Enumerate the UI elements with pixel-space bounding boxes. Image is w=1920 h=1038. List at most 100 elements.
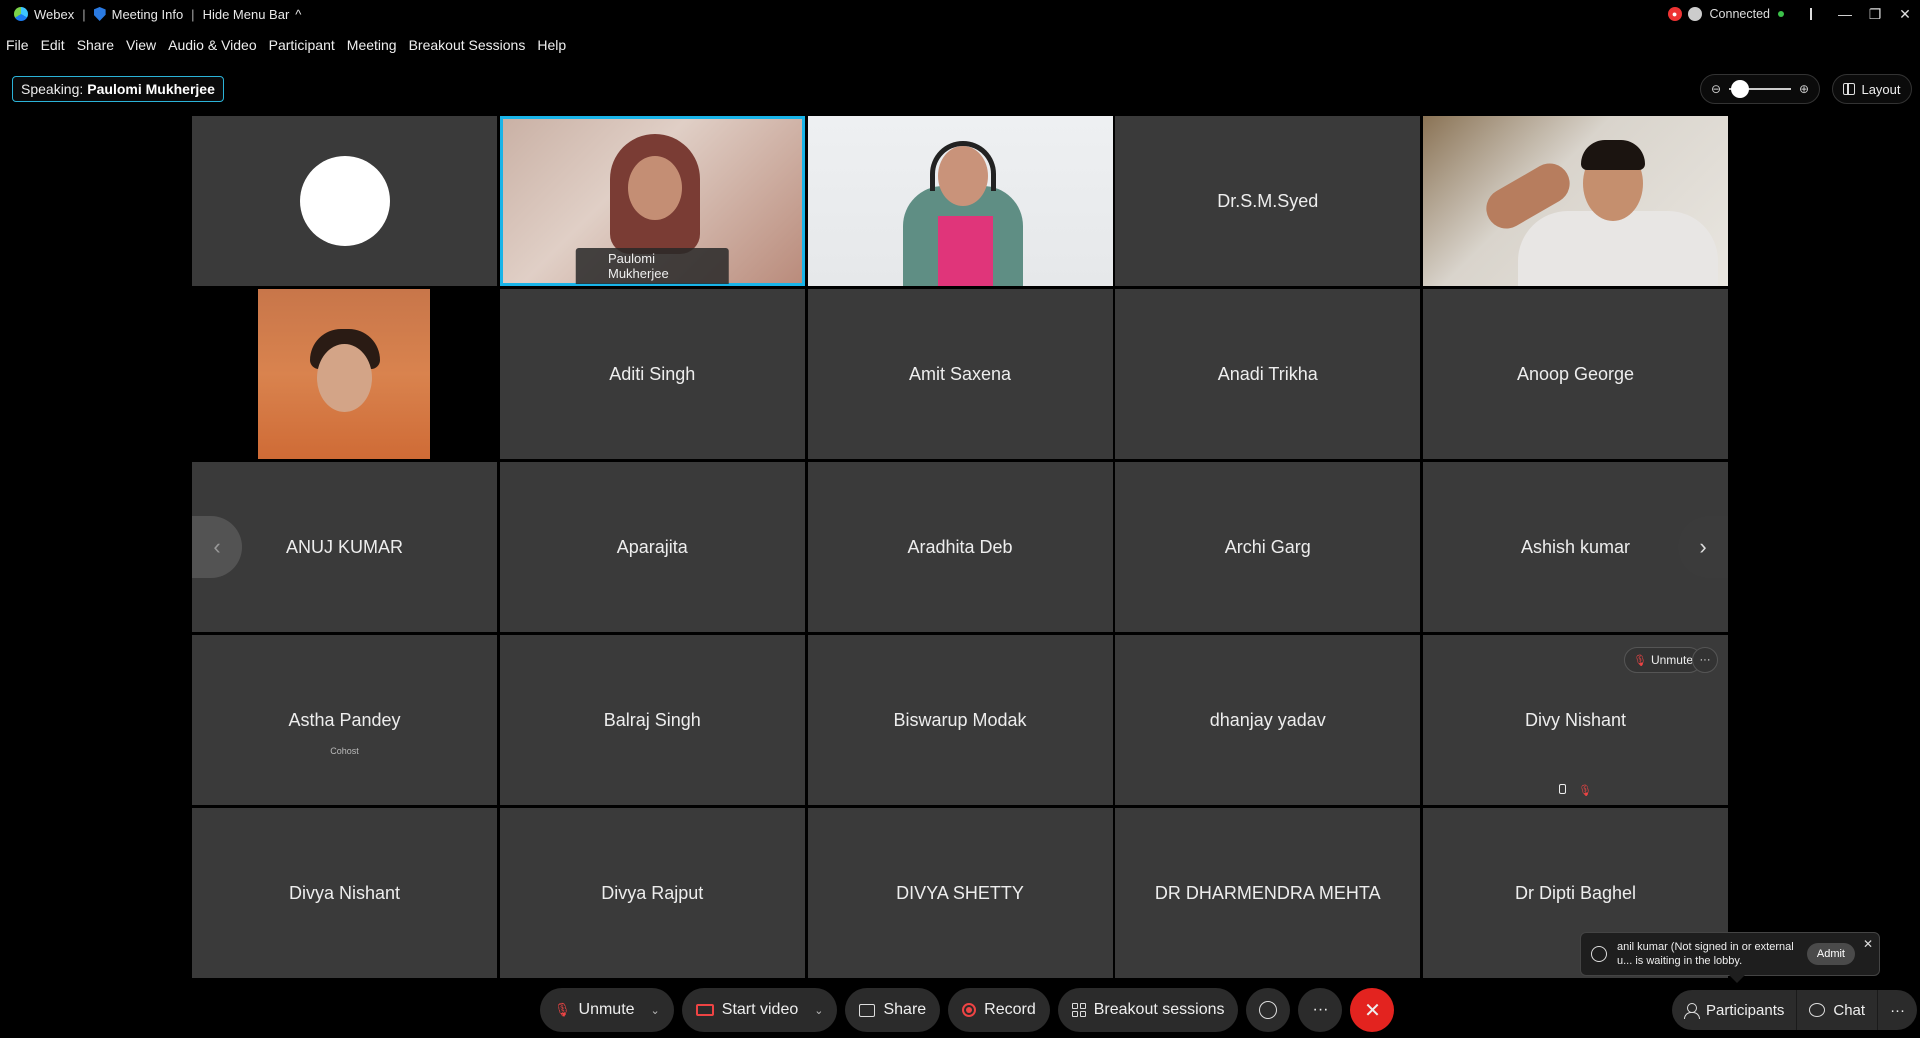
participant-name: ANUJ KUMAR — [285, 536, 403, 557]
participant-tile[interactable]: Biswarup Modak — [807, 635, 1113, 805]
recording-indicator-icon: ● — [1667, 7, 1682, 21]
speaking-indicator: Speaking: Paulomi Mukherjee — [12, 76, 224, 102]
share-button[interactable]: Share — [845, 988, 941, 1032]
breakout-label: Breakout sessions — [1093, 1001, 1225, 1018]
close-window-button[interactable]: ✕ — [1890, 0, 1920, 28]
speaking-label: Speaking: — [21, 81, 84, 97]
participant-tile[interactable]: Divya Nishant — [192, 808, 497, 978]
chevron-down-icon[interactable]: ⌄ — [651, 1004, 660, 1017]
close-icon[interactable]: ✕ — [1863, 937, 1873, 951]
more-options-button[interactable]: ··· — [1298, 988, 1343, 1032]
layout-label: Layout — [1861, 81, 1901, 97]
connection-dot-icon — [1778, 11, 1784, 17]
participant-tile-hovered[interactable]: Divy Nishant 🎙 Unmute ··· 🎙 — [1423, 635, 1728, 805]
participant-name: Balraj Singh — [603, 709, 701, 730]
participant-tile[interactable]: Divya Rajput — [499, 808, 805, 978]
participant-tile[interactable]: Aditi Singh — [499, 289, 805, 459]
chat-button[interactable]: Chat — [1796, 990, 1878, 1030]
app-name: Webex — [34, 6, 75, 22]
chevron-right-icon: › — [1699, 534, 1707, 559]
menu-breakout-sessions[interactable]: Breakout Sessions — [403, 37, 532, 53]
zoom-slider-thumb[interactable] — [1731, 80, 1749, 98]
mic-off-icon: 🎙 — [1633, 654, 1647, 667]
participant-tile-active[interactable]: Paulomi Mukherjee — [499, 116, 805, 286]
mic-muted-icon: 🎙 — [1578, 785, 1592, 797]
connection-status: Connected — [1709, 7, 1770, 21]
hide-menu-bar-label: Hide Menu Bar — [202, 6, 290, 22]
record-label: Record — [984, 1001, 1036, 1018]
tile-more-button[interactable]: ··· — [1692, 647, 1718, 673]
layout-icon — [1843, 83, 1856, 95]
title-divider — [1810, 8, 1812, 20]
unmute-button[interactable]: 🎙 Unmute ⌄ — [540, 988, 674, 1032]
participant-name: DIVYA SHETTY — [896, 882, 1024, 903]
participant-tile[interactable]: Aradhita Deb — [807, 462, 1113, 632]
video-feed-hair — [1581, 140, 1645, 170]
lobby-icon — [1591, 946, 1607, 962]
participant-tile[interactable]: Astha Pandey Cohost — [192, 635, 497, 805]
leave-meeting-button[interactable]: ✕ — [1350, 988, 1395, 1032]
admit-button[interactable]: Admit — [1806, 943, 1855, 965]
participant-tile[interactable]: DIVYA SHETTY — [807, 808, 1113, 978]
menu-share[interactable]: Share — [71, 37, 120, 53]
share-icon — [859, 1003, 876, 1017]
video-feed-face — [627, 156, 682, 220]
participant-tile[interactable] — [1423, 116, 1728, 286]
app-title: Webex — [0, 7, 80, 22]
lobby-message: anil kumar (Not signed in or external u.… — [1617, 941, 1794, 967]
participant-tile[interactable]: Anadi Trikha — [1115, 289, 1421, 459]
zoom-slider[interactable] — [1729, 80, 1791, 98]
participant-tile[interactable] — [192, 116, 497, 286]
menu-help[interactable]: Help — [531, 37, 572, 53]
title-separator: | — [82, 6, 86, 22]
participant-name: Archi Garg — [1224, 536, 1311, 557]
participant-tile[interactable]: Balraj Singh — [499, 635, 805, 805]
chat-icon — [1809, 1003, 1826, 1017]
breakout-sessions-button[interactable]: Breakout sessions — [1057, 988, 1239, 1032]
mic-off-icon: 🎙 — [554, 1002, 571, 1017]
start-video-button[interactable]: Start video ⌄ — [681, 988, 838, 1032]
participant-tile[interactable]: dhanjay yadav — [1115, 635, 1421, 805]
layout-button[interactable]: Layout — [1832, 74, 1912, 104]
minimize-button[interactable]: — — [1830, 0, 1860, 28]
participant-grid: Paulomi Mukherjee Dr.S.M.Syed Aditi Sing… — [192, 116, 1728, 978]
share-label: Share — [883, 1001, 927, 1018]
chat-label: Chat — [1833, 1001, 1866, 1019]
participant-name: Divya Rajput — [601, 882, 704, 903]
connection-icon — [1687, 7, 1702, 21]
reactions-button[interactable] — [1246, 988, 1291, 1032]
participant-name: Ashish kumar — [1520, 536, 1631, 557]
title-bar-right: ● Connected — ❐ ✕ — [1667, 0, 1920, 28]
menu-participant[interactable]: Participant — [263, 37, 341, 53]
hide-menu-bar-button[interactable]: Hide Menu Bar ^ — [197, 7, 308, 22]
zoom-out-icon[interactable]: ⊖ — [1709, 82, 1723, 96]
unmute-label: Unmute — [578, 1001, 635, 1018]
record-button[interactable]: Record — [948, 988, 1050, 1032]
participant-name: Aparajita — [616, 536, 688, 557]
meeting-info-label: Meeting Info — [111, 6, 184, 22]
chevron-down-icon[interactable]: ⌄ — [814, 1004, 823, 1017]
tile-unmute-button[interactable]: 🎙 Unmute — [1624, 647, 1702, 673]
restore-button[interactable]: ❐ — [1860, 0, 1890, 28]
title-separator: | — [191, 6, 195, 22]
menu-meeting[interactable]: Meeting — [341, 37, 403, 53]
menu-audio-video[interactable]: Audio & Video — [162, 37, 262, 53]
participant-tile[interactable] — [807, 116, 1113, 286]
lobby-notification: anil kumar (Not signed in or external u.… — [1580, 932, 1880, 983]
participant-tile[interactable] — [192, 289, 497, 459]
menu-file[interactable]: File — [0, 37, 35, 53]
zoom-in-icon[interactable]: ⊕ — [1797, 82, 1811, 96]
participant-tile[interactable]: DR DHARMENDRA MEHTA — [1115, 808, 1421, 978]
menu-view[interactable]: View — [120, 37, 162, 53]
panel-more-button[interactable]: ··· — [1877, 990, 1918, 1030]
participant-tile[interactable]: Anoop George — [1423, 289, 1728, 459]
menu-edit[interactable]: Edit — [35, 37, 71, 53]
participant-tile[interactable]: Amit Saxena — [807, 289, 1113, 459]
participant-tile[interactable]: Archi Garg — [1115, 462, 1421, 632]
participant-tile[interactable]: Dr.S.M.Syed — [1115, 116, 1421, 286]
meeting-info-button[interactable]: Meeting Info — [88, 7, 190, 22]
participant-tile[interactable]: Aparajita — [499, 462, 805, 632]
participant-name: Aditi Singh — [609, 363, 696, 384]
participants-button[interactable]: Participants — [1672, 990, 1797, 1030]
zoom-control: ⊖ ⊕ — [1700, 74, 1820, 104]
